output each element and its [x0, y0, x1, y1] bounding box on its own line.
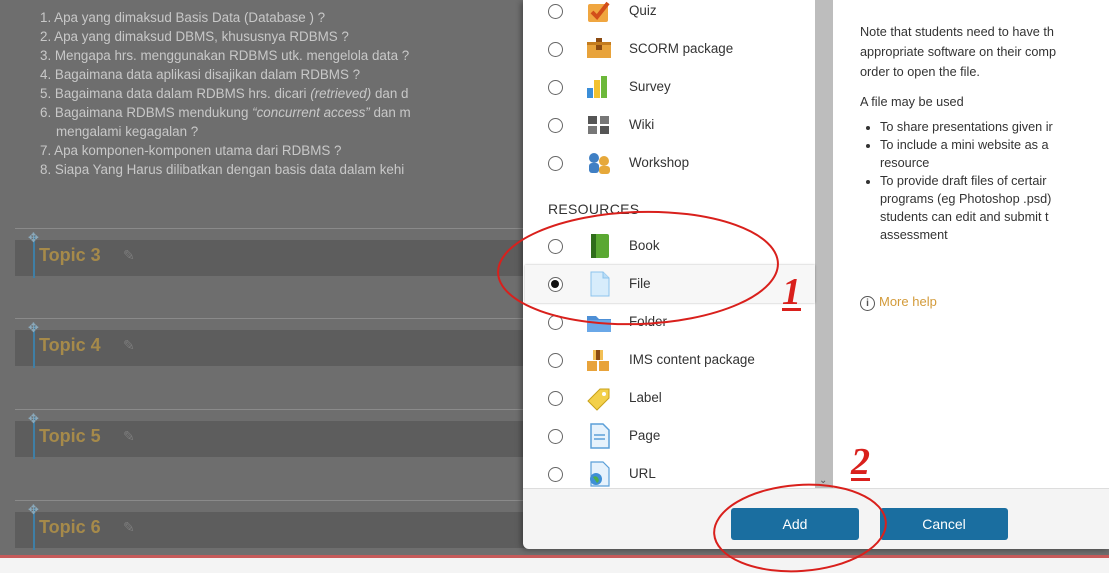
ims-package-icon — [585, 347, 613, 373]
move-icon[interactable]: ✥ — [28, 230, 39, 246]
module-label: Page — [629, 428, 661, 443]
radio-button[interactable] — [548, 429, 563, 444]
radio-button[interactable] — [548, 80, 563, 95]
section-divider — [15, 409, 535, 410]
move-icon[interactable]: ✥ — [28, 320, 39, 336]
section-divider — [15, 500, 535, 501]
module-label: Workshop — [629, 155, 690, 170]
annotation-number-2: 2 — [851, 441, 870, 483]
topic-section: ✥ Topic 3 ✎ — [15, 228, 535, 288]
workshop-icon — [585, 150, 613, 176]
scorm-package-icon — [585, 36, 613, 62]
list-scrollbar[interactable]: ⌄ — [815, 0, 833, 488]
module-option-wiki[interactable]: Wiki — [525, 106, 815, 144]
scroll-down-icon[interactable]: ⌄ — [819, 475, 827, 486]
help-bullet-list: To share presentations given ir To inclu… — [860, 118, 1109, 244]
radio-button[interactable] — [548, 467, 563, 482]
edit-pencil-icon[interactable]: ✎ — [123, 519, 135, 536]
module-label: Quiz — [629, 3, 657, 18]
resources-heading: RESOURCES — [548, 201, 640, 217]
module-label: Survey — [629, 79, 671, 94]
question-item: 8. Siapa Yang Harus dilibatkan dengan ba… — [40, 162, 405, 177]
wiki-icon — [585, 112, 613, 138]
module-option-folder[interactable]: Folder — [525, 303, 815, 341]
radio-button[interactable] — [548, 42, 563, 57]
radio-button[interactable] — [548, 239, 563, 254]
radio-button[interactable] — [548, 391, 563, 406]
topic-section: ✥ Topic 6 ✎ — [15, 500, 535, 560]
add-button[interactable]: Add — [731, 508, 859, 540]
cancel-button[interactable]: Cancel — [880, 508, 1008, 540]
help-text: A file may be used — [860, 95, 964, 109]
topic-section: ✥ Topic 5 ✎ — [15, 409, 535, 469]
question-item: 4. Bagaimana data aplikasi disajikan dal… — [40, 67, 361, 82]
question-item: 5. Bagaimana data dalam RDBMS hrs. dicar… — [40, 86, 409, 101]
section-divider — [15, 228, 535, 229]
file-icon — [585, 271, 613, 297]
info-icon: i — [860, 296, 875, 311]
move-icon[interactable]: ✥ — [28, 502, 39, 518]
question-item: 6. Bagaimana RDBMS mendukung “concurrent… — [40, 105, 411, 120]
annotation-underline — [851, 478, 870, 481]
folder-icon — [585, 309, 613, 335]
module-option-workshop[interactable]: Workshop — [525, 144, 815, 182]
topic-title[interactable]: Topic 6 — [39, 517, 101, 538]
book-icon — [585, 233, 613, 259]
survey-icon — [585, 74, 613, 100]
edit-pencil-icon[interactable]: ✎ — [123, 337, 135, 354]
module-label: Label — [629, 390, 662, 405]
move-icon[interactable]: ✥ — [28, 411, 39, 427]
topic-title[interactable]: Topic 3 — [39, 245, 101, 266]
question-item: 1. Apa yang dimaksud Basis Data (Databas… — [40, 10, 326, 25]
question-item: 7. Apa komponen-komponen utama dari RDBM… — [40, 143, 342, 158]
edit-pencil-icon[interactable]: ✎ — [123, 247, 135, 264]
module-option-scorm[interactable]: SCORM package — [525, 30, 815, 68]
module-label: File — [629, 276, 651, 291]
question-item: 3. Mengapa hrs. menggunakan RDBMS utk. m… — [40, 48, 410, 63]
radio-button[interactable] — [548, 353, 563, 368]
help-bullet: To include a mini website as aresource — [880, 136, 1109, 172]
module-label: URL — [629, 466, 656, 481]
topic-title[interactable]: Topic 4 — [39, 335, 101, 356]
radio-button[interactable] — [548, 4, 563, 19]
section-divider — [15, 318, 535, 319]
annotation-number-1: 1 — [782, 271, 801, 313]
more-help-link[interactable]: i More help — [860, 294, 937, 311]
help-bullet: To share presentations given ir — [880, 118, 1109, 136]
question-item: mengalami kegagalan ? — [56, 124, 199, 139]
label-icon — [585, 385, 613, 411]
module-option-survey[interactable]: Survey — [525, 68, 815, 106]
help-text: order to open the file. — [860, 65, 980, 79]
module-option-quiz[interactable]: Quiz — [525, 0, 815, 30]
topic-title[interactable]: Topic 5 — [39, 426, 101, 447]
radio-button[interactable] — [548, 156, 563, 171]
page-bottom-strip — [0, 555, 1109, 573]
module-label: Folder — [629, 314, 667, 329]
bottom-divider — [0, 555, 1109, 558]
radio-button[interactable] — [548, 315, 563, 330]
module-option-ims[interactable]: IMS content package — [525, 341, 815, 379]
topic-section: ✥ Topic 4 ✎ — [15, 318, 535, 378]
radio-button[interactable] — [548, 118, 563, 133]
module-label: IMS content package — [629, 352, 755, 367]
radio-button-selected[interactable] — [548, 277, 563, 292]
module-option-label[interactable]: Label — [525, 379, 815, 417]
question-item: 2. Apa yang dimaksud DBMS, khususnya RDB… — [40, 29, 349, 44]
edit-pencil-icon[interactable]: ✎ — [123, 428, 135, 445]
module-option-file[interactable]: File — [525, 265, 815, 303]
module-label: SCORM package — [629, 41, 734, 56]
module-label: Wiki — [629, 117, 655, 132]
quiz-icon — [585, 0, 613, 24]
annotation-underline — [782, 308, 801, 311]
module-help-panel: Note that students need to have th appro… — [860, 22, 1109, 244]
question-list: 1. Apa yang dimaksud Basis Data (Databas… — [40, 8, 540, 179]
module-option-page[interactable]: Page — [525, 417, 815, 455]
module-option-book[interactable]: Book — [525, 227, 815, 265]
url-icon — [585, 461, 613, 487]
module-label: Book — [629, 238, 660, 253]
help-bullet: To provide draft files of certairprogram… — [880, 172, 1109, 244]
help-text: Note that students need to have th — [860, 25, 1054, 39]
help-text: appropriate software on their comp — [860, 45, 1057, 59]
page-icon — [585, 423, 613, 449]
